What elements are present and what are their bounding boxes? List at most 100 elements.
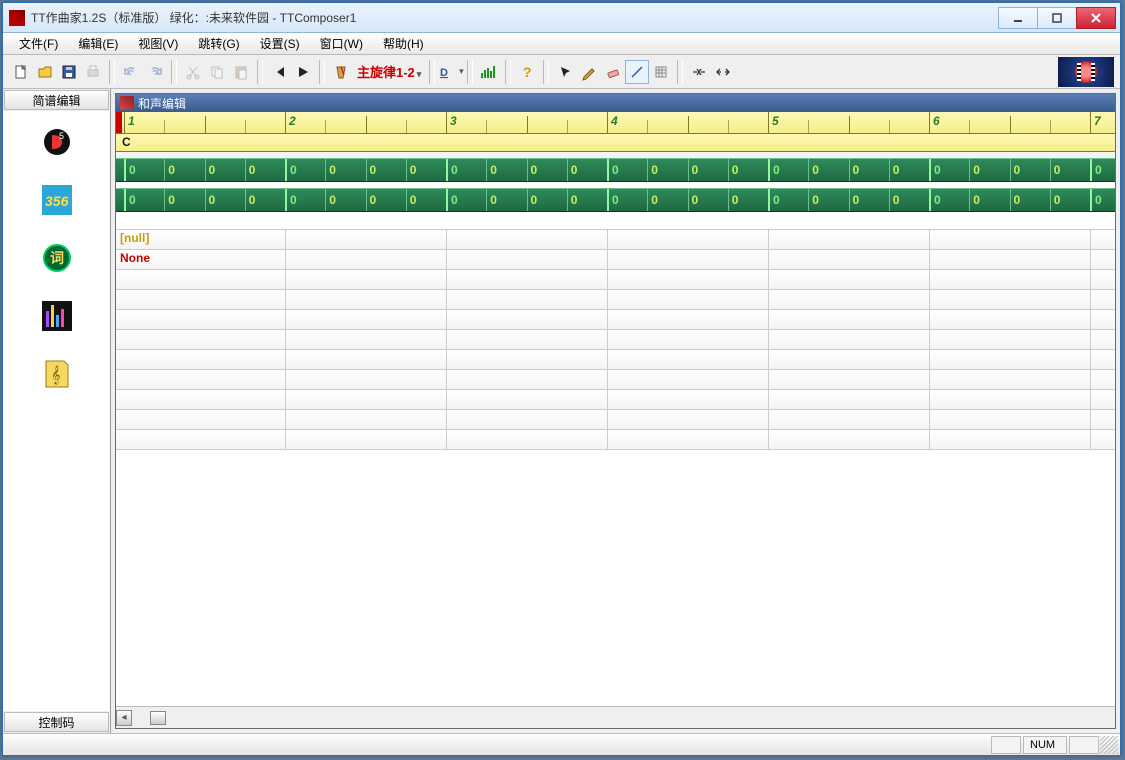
cut-icon[interactable] (181, 60, 205, 84)
sidebar-tab-control[interactable]: 控制码 (4, 712, 109, 732)
note-cell[interactable]: 0 (688, 189, 699, 211)
playhead-marker[interactable] (116, 112, 122, 133)
note-cell[interactable]: 0 (527, 159, 538, 181)
note-cell[interactable]: 0 (607, 159, 619, 181)
sidebar-icon-5[interactable]: 𝄞 (42, 359, 72, 389)
note-cell[interactable]: 0 (728, 159, 739, 181)
grid-icon[interactable] (649, 60, 673, 84)
note-cell[interactable]: 0 (688, 159, 699, 181)
grid-row[interactable] (116, 410, 1115, 430)
note-cell[interactable]: 0 (567, 159, 578, 181)
menu-help[interactable]: 帮助(H) (373, 33, 434, 54)
metronome-icon[interactable] (329, 60, 353, 84)
sidebar-icon-3[interactable]: 词 (42, 243, 72, 273)
minimize-button[interactable] (998, 7, 1038, 29)
note-cell[interactable]: 0 (889, 159, 900, 181)
note-cell[interactable]: 0 (1050, 159, 1061, 181)
grid-row[interactable] (116, 310, 1115, 330)
note-cell[interactable]: 0 (124, 189, 136, 211)
scroll-thumb[interactable] (150, 711, 166, 725)
sidebar-icon-1[interactable]: 5 (42, 127, 72, 157)
help-icon[interactable]: ? (515, 60, 539, 84)
grid-row-null[interactable]: [null] (116, 230, 1115, 250)
note-cell[interactable]: 0 (205, 159, 216, 181)
scroll-left-icon[interactable]: ◂ (116, 710, 132, 726)
sidebar-icon-4[interactable] (42, 301, 72, 331)
note-cell[interactable]: 0 (1090, 159, 1102, 181)
note-cell[interactable]: 0 (124, 159, 136, 181)
note-cell[interactable]: 0 (768, 159, 780, 181)
undo-icon[interactable] (119, 60, 143, 84)
note-cell[interactable]: 0 (164, 189, 175, 211)
pencil-icon[interactable] (577, 60, 601, 84)
track-row-2[interactable]: 0000000000000000000000000000 (116, 188, 1115, 212)
menu-goto[interactable]: 跳转(G) (188, 33, 249, 54)
note-cell[interactable]: 0 (205, 189, 216, 211)
copy-icon[interactable] (205, 60, 229, 84)
note-cell[interactable]: 0 (1090, 189, 1102, 211)
note-cell[interactable]: 0 (728, 189, 739, 211)
bar-ruler[interactable]: 1234567 (116, 112, 1115, 134)
note-cell[interactable]: 0 (1050, 189, 1061, 211)
skip-start-icon[interactable] (267, 60, 291, 84)
note-cell[interactable]: 0 (808, 159, 819, 181)
new-file-icon[interactable] (9, 60, 33, 84)
grid-row[interactable] (116, 430, 1115, 450)
print-icon[interactable] (81, 60, 105, 84)
close-button[interactable] (1076, 7, 1116, 29)
line-tool-icon[interactable] (625, 60, 649, 84)
note-cell[interactable]: 0 (285, 159, 297, 181)
resize-grip-icon[interactable] (1100, 736, 1118, 754)
note-cell[interactable]: 0 (366, 159, 377, 181)
note-cell[interactable]: 0 (849, 159, 860, 181)
note-cell[interactable]: 0 (607, 189, 619, 211)
menu-edit[interactable]: 编辑(E) (68, 33, 128, 54)
note-cell[interactable]: 0 (406, 159, 417, 181)
h-scrollbar[interactable]: ◂ (116, 706, 1115, 728)
grid-row[interactable] (116, 330, 1115, 350)
note-cell[interactable]: 0 (768, 189, 780, 211)
note-cell[interactable]: 0 (446, 159, 458, 181)
maximize-button[interactable] (1037, 7, 1077, 29)
chord-row[interactable]: C (116, 134, 1115, 152)
sidebar-icon-2[interactable]: 356 (42, 185, 72, 215)
grid-row[interactable] (116, 270, 1115, 290)
melody-selector[interactable]: 主旋律1-2 (353, 62, 425, 81)
note-cell[interactable]: 0 (647, 189, 658, 211)
note-cell[interactable]: 0 (889, 189, 900, 211)
note-cell[interactable]: 0 (325, 189, 336, 211)
track-row-1[interactable]: 0000000000000000000000000000 (116, 158, 1115, 182)
eraser-icon[interactable] (601, 60, 625, 84)
note-cell[interactable]: 0 (969, 159, 980, 181)
note-cell[interactable]: 0 (366, 189, 377, 211)
save-icon[interactable] (57, 60, 81, 84)
grid-row[interactable] (116, 290, 1115, 310)
sidebar-tab-notation[interactable]: 简谱编辑 (4, 90, 109, 110)
key-selector[interactable]: D (439, 60, 463, 84)
note-cell[interactable]: 0 (325, 159, 336, 181)
note-cell[interactable]: 0 (527, 189, 538, 211)
note-cell[interactable]: 0 (446, 189, 458, 211)
note-cell[interactable]: 0 (929, 159, 941, 181)
pointer-icon[interactable] (553, 60, 577, 84)
shrink-h-icon[interactable] (687, 60, 711, 84)
paste-icon[interactable] (229, 60, 253, 84)
menu-settings[interactable]: 设置(S) (250, 33, 310, 54)
note-cell[interactable]: 0 (486, 189, 497, 211)
grid-row[interactable] (116, 390, 1115, 410)
note-cell[interactable]: 0 (567, 189, 578, 211)
note-cell[interactable]: 0 (285, 189, 297, 211)
note-cell[interactable]: 0 (808, 189, 819, 211)
note-cell[interactable]: 0 (164, 159, 175, 181)
grid-row[interactable] (116, 350, 1115, 370)
note-cell[interactable]: 0 (1010, 189, 1021, 211)
menu-view[interactable]: 视图(V) (128, 33, 188, 54)
note-cell[interactable]: 0 (486, 159, 497, 181)
menu-window[interactable]: 窗口(W) (310, 33, 373, 54)
note-cell[interactable]: 0 (1010, 159, 1021, 181)
note-cell[interactable]: 0 (969, 189, 980, 211)
note-cell[interactable]: 0 (849, 189, 860, 211)
redo-icon[interactable] (143, 60, 167, 84)
expand-h-icon[interactable] (711, 60, 735, 84)
note-cell[interactable]: 0 (245, 189, 256, 211)
